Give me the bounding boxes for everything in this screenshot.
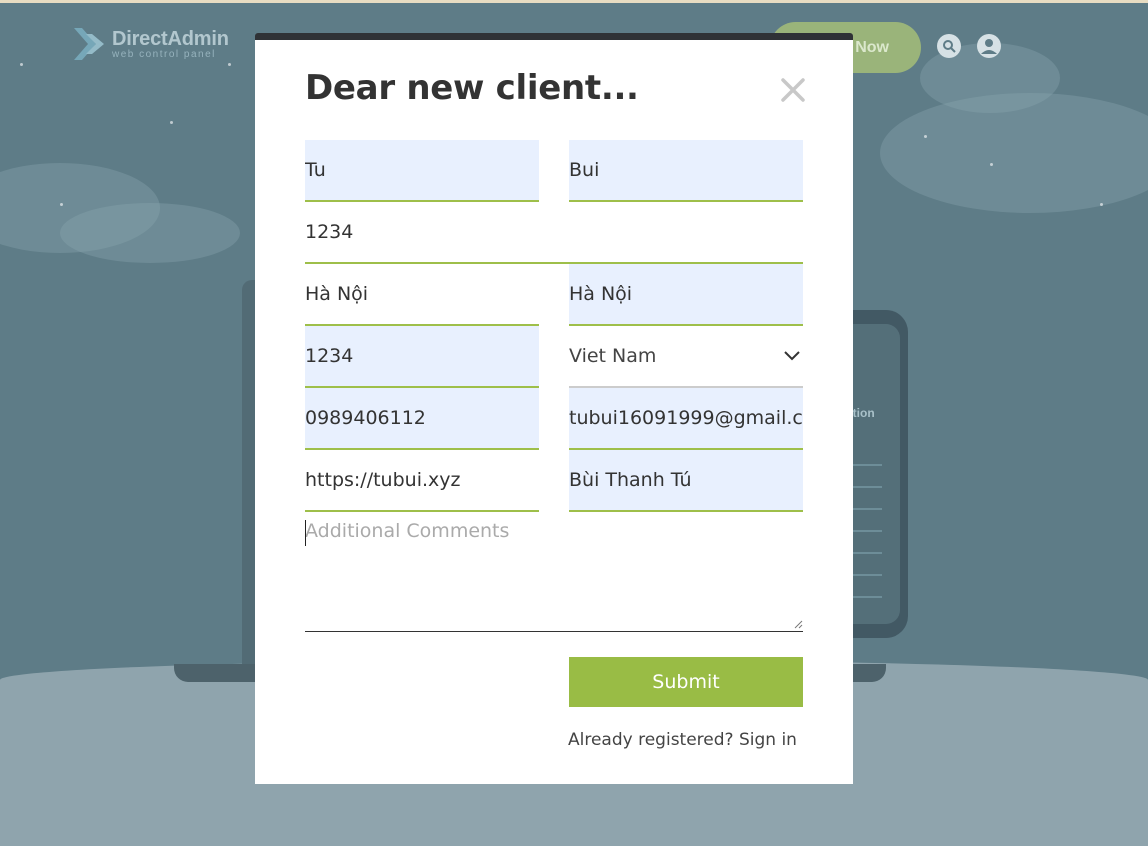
city-field[interactable]: Hà Nội (305, 264, 539, 326)
phone-field[interactable]: 0989406112 (305, 388, 539, 450)
star (170, 121, 173, 124)
address-field[interactable]: 1234 (305, 202, 803, 264)
resize-handle-icon[interactable] (793, 619, 803, 629)
close-button[interactable] (777, 74, 809, 106)
logo-title: DirectAdmin (112, 27, 229, 50)
country-select-value: Viet Nam (569, 345, 657, 367)
star (20, 63, 23, 66)
text-caret (305, 520, 306, 546)
country-select[interactable]: Viet Nam (569, 326, 803, 388)
close-icon (781, 78, 805, 102)
star (1100, 203, 1103, 206)
website-field[interactable]: https://tubui.xyz (305, 450, 539, 512)
last-name-field[interactable]: Bui (569, 140, 803, 202)
zip-field[interactable]: 1234 (305, 326, 539, 388)
additional-comments-textarea[interactable]: Additional Comments (305, 516, 803, 632)
email-field[interactable]: tubui16091999@gmail.co (569, 388, 803, 450)
comments-placeholder: Additional Comments (305, 520, 510, 542)
registration-modal: Dear new client... Tu Bui 1234 Hà Nội Hà… (255, 40, 853, 784)
sign-in-link[interactable]: Already registered? Sign in (568, 730, 797, 750)
search-icon[interactable] (937, 34, 961, 58)
modal-title: Dear new client... (305, 68, 639, 108)
company-field[interactable]: Bùi Thanh Tú (569, 450, 803, 512)
logo-chevron-icon (72, 26, 106, 62)
state-field[interactable]: Hà Nội (569, 264, 803, 326)
chevron-down-icon (784, 351, 800, 361)
star (60, 203, 63, 206)
cloud-shape (60, 203, 240, 263)
first-name-field[interactable]: Tu (305, 140, 539, 202)
directadmin-logo[interactable]: DirectAdmin web control panel (72, 24, 229, 64)
user-account-icon[interactable] (977, 34, 1001, 58)
logo-subtitle: web control panel (112, 48, 216, 60)
submit-button[interactable]: Submit (569, 657, 803, 707)
